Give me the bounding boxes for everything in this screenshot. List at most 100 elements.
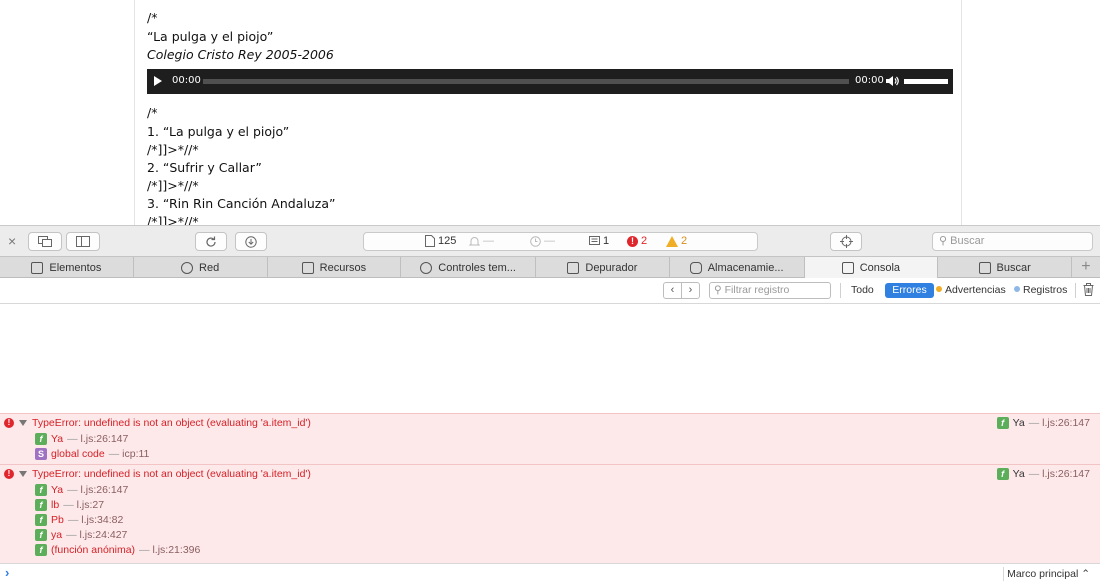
error-source-link[interactable]: f Ya — l.js:26:147 [996, 468, 1090, 480]
add-tab-button[interactable]: + [1072, 257, 1100, 277]
frame-location: l.js:21:396 [152, 544, 201, 556]
trash-icon[interactable] [1083, 283, 1094, 296]
volume-slider[interactable] [904, 79, 948, 84]
tab-almacenamiento[interactable]: Almacenamie... [670, 257, 805, 278]
search-icon: ⚲ [939, 235, 948, 247]
tab-depurador[interactable]: Depurador [536, 257, 670, 278]
console-output: ! TypeError: undefined is not an object … [0, 304, 1100, 563]
filter-logs[interactable]: Registros [1014, 284, 1067, 296]
page-text-line: /*]]>*//* [147, 214, 199, 225]
tab-consola[interactable]: Consola [804, 257, 939, 278]
source-function: Ya [1012, 468, 1025, 480]
search-input[interactable]: ⚲ Buscar [932, 232, 1093, 251]
search-placeholder: Buscar [950, 235, 985, 247]
filter-all[interactable]: Todo [851, 284, 874, 296]
document-icon [425, 235, 435, 247]
tab-buscar[interactable]: Buscar [938, 257, 1072, 278]
page-text-line: /* [147, 105, 158, 120]
volume-icon[interactable] [885, 75, 899, 87]
devtools-tab-bar: Elementos Red Recursos Controles tem... … [0, 256, 1100, 278]
devtools-toolbar: × 125 — — 1 ! 2 2 ⚲ Buscar [0, 225, 1100, 256]
frame-name: Ya [51, 484, 64, 496]
storage-icon [689, 261, 702, 274]
divider [840, 283, 841, 298]
debugger-icon [567, 261, 580, 274]
error-header: ! TypeError: undefined is not an object … [4, 417, 311, 429]
page-text-line: 1. “La pulga y el piojo” [147, 124, 290, 139]
divider [1003, 567, 1004, 581]
tab-label: Red [199, 261, 220, 274]
page-text-line: /*]]>*//* [147, 142, 199, 157]
page-text-line: /* [147, 10, 158, 25]
stack-frame[interactable]: f (función anónima) — l.js:21:396 [35, 544, 200, 556]
prompt-chevron-icon: › [5, 565, 10, 580]
close-icon[interactable]: × [8, 233, 16, 249]
next-message-button[interactable]: › [682, 283, 699, 298]
function-icon: f [35, 514, 47, 526]
warnings-count[interactable]: 2 [666, 235, 687, 247]
function-icon: f [35, 499, 47, 511]
tab-elementos[interactable]: Elementos [0, 257, 134, 278]
console-error-message[interactable]: ! TypeError: undefined is not an object … [0, 464, 1100, 563]
execution-context-select[interactable]: Marco principal ⌃ [1007, 568, 1090, 580]
load-size-label: — [483, 235, 494, 247]
elements-icon [31, 261, 44, 274]
play-icon[interactable] [154, 76, 162, 86]
error-source-link[interactable]: f Ya — l.js:26:147 [996, 417, 1090, 429]
frame-location: l.js:24:427 [79, 529, 128, 541]
errors-count[interactable]: ! 2 [627, 235, 647, 247]
source-file: l.js:26:147 [1042, 468, 1090, 480]
page-text-line: 2. “Sufrir y Callar” [147, 160, 262, 175]
tab-controles-tem[interactable]: Controles tem... [401, 257, 536, 278]
error-icon: ! [4, 418, 14, 428]
reload-button[interactable] [195, 232, 227, 251]
stack-frame[interactable]: f ya — l.js:24:427 [35, 529, 127, 541]
stack-frame[interactable]: S global code — icp:11 [35, 448, 149, 460]
warning-icon [666, 235, 678, 247]
crosshair-icon [839, 235, 853, 248]
stack-frame[interactable]: f Ya — l.js:26:147 [35, 433, 128, 445]
function-icon: f [35, 484, 47, 496]
console-error-message[interactable]: ! TypeError: undefined is not an object … [0, 413, 1100, 464]
frame-name: Ya [51, 433, 64, 445]
console-prompt[interactable]: › Marco principal ⌃ [0, 563, 1100, 583]
logs-count[interactable]: 1 [589, 235, 609, 247]
stack-frame[interactable]: f Pb — l.js:34:82 [35, 514, 123, 526]
error-text: TypeError: undefined is not an object (e… [32, 417, 311, 429]
disclosure-triangle-icon[interactable] [19, 471, 27, 477]
frame-location: l.js:34:82 [81, 514, 124, 526]
warnings-count-label: 2 [681, 235, 688, 247]
error-icon: ! [627, 235, 638, 247]
tab-label: Depurador [585, 261, 638, 274]
filter-log-input[interactable]: ⚲ Filtrar registro [709, 282, 831, 299]
download-button[interactable] [235, 232, 267, 251]
seek-slider[interactable] [203, 79, 849, 84]
frame-location: l.js:26:147 [80, 484, 129, 496]
page-text-line: Colegio Cristo Rey 2005-2006 [147, 47, 334, 62]
resources-count[interactable]: 125 [425, 235, 456, 247]
stack-frame[interactable]: f lb — l.js:27 [35, 499, 104, 511]
function-icon: f [996, 417, 1009, 429]
clock-icon [530, 235, 541, 247]
filter-placeholder: Filtrar registro [724, 284, 790, 296]
load-time: — [530, 235, 555, 247]
filter-logs-label: Registros [1023, 284, 1068, 296]
function-icon: f [996, 468, 1009, 480]
search-icon [978, 261, 991, 274]
stack-frame[interactable]: f Ya — l.js:26:147 [35, 484, 128, 496]
filter-warnings-label: Advertencias [945, 284, 1006, 296]
filter-errors[interactable]: Errores [885, 283, 934, 298]
filter-search-icon: ⚲ [714, 284, 722, 296]
tab-red[interactable]: Red [134, 257, 268, 278]
tab-recursos[interactable]: Recursos [268, 257, 402, 278]
audio-player: 00:00 00:00 [147, 69, 953, 94]
frame-location: l.js:27 [76, 499, 105, 511]
disclosure-triangle-icon[interactable] [19, 420, 27, 426]
dock-button[interactable] [28, 232, 62, 251]
undock-icon [38, 236, 52, 247]
split-view-button[interactable] [66, 232, 100, 251]
previous-message-button[interactable]: ‹ [664, 283, 682, 298]
filter-warnings[interactable]: Advertencias [936, 284, 1006, 296]
log-dot [1014, 286, 1020, 292]
inspect-button[interactable] [830, 232, 862, 251]
